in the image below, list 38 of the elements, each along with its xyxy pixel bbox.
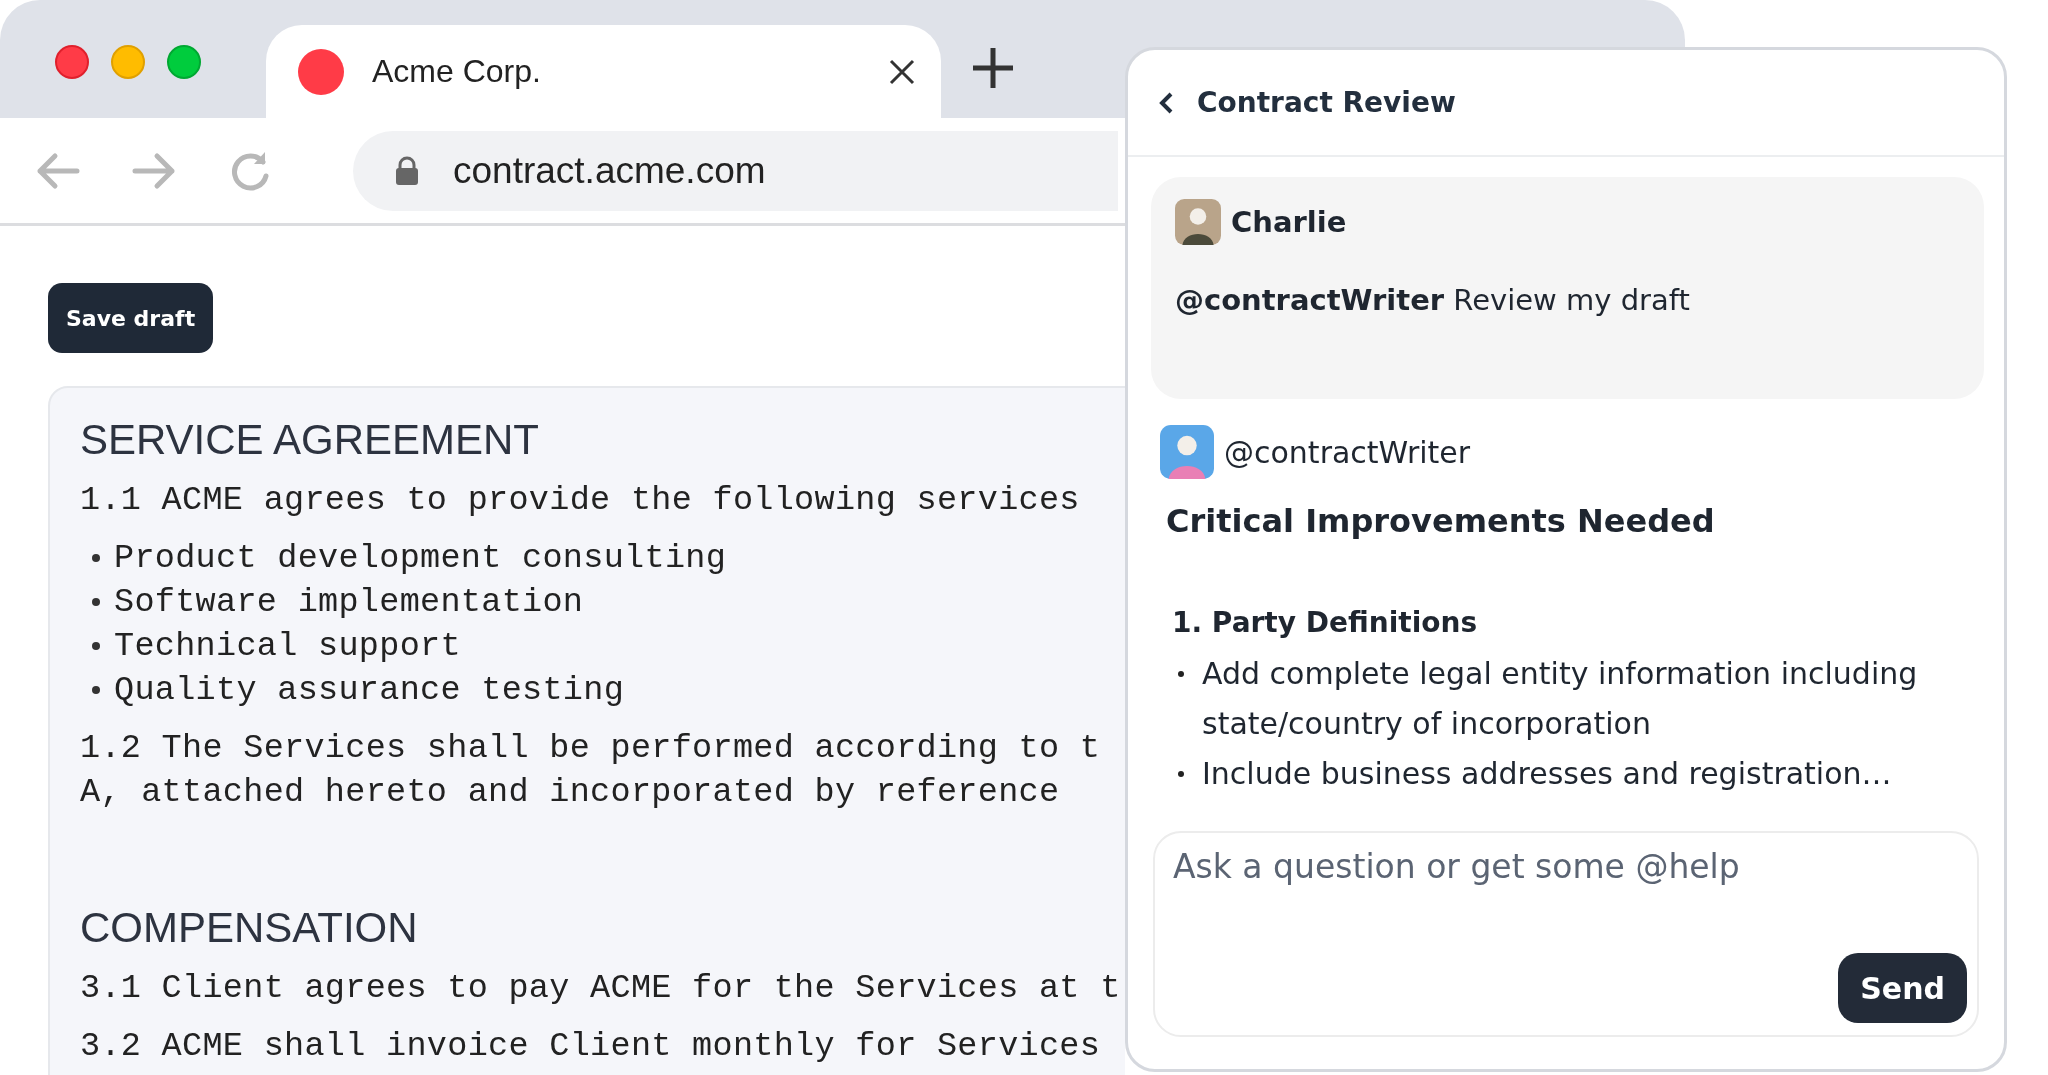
contract-text: 3.2 ACME shall invoice Client monthly for Services	[80, 1026, 1102, 1067]
address-bar[interactable]: contract.acme.com	[353, 130, 1118, 211]
bullet-icon	[1178, 671, 1184, 677]
contract-text: A, attached hereto and incorporated by reference	[80, 772, 1061, 813]
list-item: Add complete legal entity information including state/country of incorporation	[1202, 655, 1919, 743]
author-name: Charlie	[1231, 205, 1347, 239]
bullet-icon	[92, 598, 100, 606]
avatar-icon	[1160, 425, 1214, 479]
new-tab-icon[interactable]	[971, 46, 1015, 90]
section-heading: COMPENSATION	[80, 904, 419, 952]
author-name: @contractWriter	[1224, 434, 1471, 470]
response-heading: Critical Improvements Needed	[1166, 502, 1716, 540]
close-window-button[interactable]	[55, 45, 89, 79]
minimize-window-button[interactable]	[111, 45, 145, 79]
list-item: Technical support	[114, 626, 461, 667]
favicon-icon	[298, 48, 344, 95]
section-title: 1. Party Definitions	[1172, 606, 1479, 639]
contract-text: 3.1 Client agrees to pay ACME for the Services at t	[80, 968, 1122, 1009]
list-item: Product development consulting	[114, 538, 727, 579]
lock-icon	[395, 155, 419, 186]
bullet-icon	[1178, 771, 1184, 777]
bullet-icon	[92, 554, 100, 562]
maximize-window-button[interactable]	[167, 45, 201, 79]
bullet-icon	[92, 686, 100, 694]
browser-tab[interactable]: Acme Corp.	[266, 25, 941, 118]
contract-text: 1.2 The Services shall be performed according to t	[80, 728, 1102, 769]
save-draft-button[interactable]: Save draft	[48, 283, 214, 353]
section-heading: SERVICE AGREEMENT	[80, 416, 540, 464]
send-button[interactable]: Send	[1838, 953, 1967, 1023]
list-item: Include business addresses and registration…	[1202, 755, 1892, 793]
panel-title: Contract Review	[1197, 86, 1456, 119]
contract-text: 1.1 ACME agrees to provide the following services	[80, 480, 1081, 521]
list-item: Quality assurance testing	[114, 670, 625, 711]
close-icon[interactable]	[889, 58, 915, 85]
bullet-icon	[92, 642, 100, 650]
avatar-icon	[1175, 199, 1221, 245]
message-text: @contractWriter Review my draft	[1175, 283, 1691, 317]
list-item: Software implementation	[114, 582, 584, 623]
